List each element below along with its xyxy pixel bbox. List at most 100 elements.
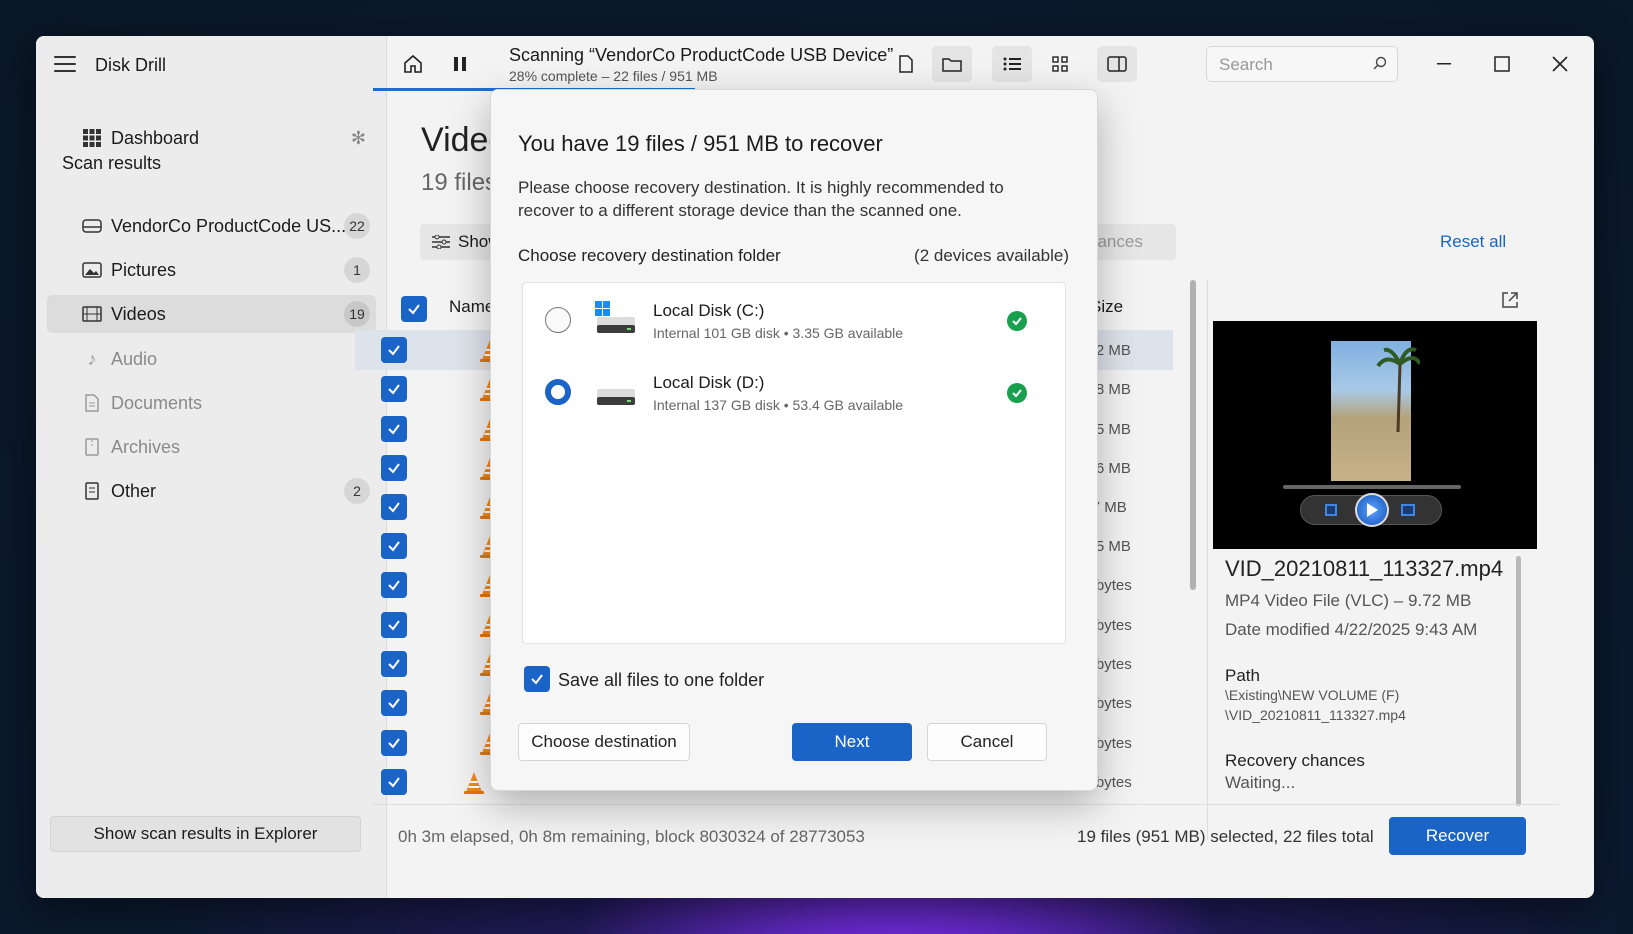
dialog-description: Please choose recovery destination. It i… [518,178,1004,220]
devices-available-text: (2 devices available) [914,246,1069,265]
list-scrollbar[interactable] [1190,280,1196,590]
drive-icon [597,389,635,405]
check-icon [388,659,400,670]
preview-chances-label: Recovery chances [1225,751,1365,770]
file-view-button[interactable] [886,46,926,82]
grid-view-button[interactable] [1040,46,1080,82]
scan-status-text: 0h 3m elapsed, 0h 8m remaining, block 80… [398,827,865,846]
image-icon [79,262,105,278]
row-checkbox[interactable] [381,494,407,520]
recover-button[interactable]: Recover [1389,817,1526,855]
play-button[interactable] [1355,493,1389,527]
drive-info: Internal 101 GB disk • 3.35 GB available [653,325,904,341]
count-badge: 1 [344,257,370,283]
row-checkbox[interactable] [381,572,407,598]
check-icon [408,304,420,315]
sidebar-item-device[interactable]: VendorCo ProductCode US... 22 [47,207,376,245]
home-icon [404,54,422,73]
drive-info: Internal 137 GB disk • 53.4 GB available [653,397,904,413]
row-checkbox[interactable] [381,730,407,756]
row-checkbox[interactable] [381,769,407,795]
stop-icon[interactable] [1325,504,1337,516]
drive-name: Local Disk (C:) [653,301,765,320]
drive-icon [79,219,105,233]
cancel-button[interactable]: Cancel [927,723,1047,761]
row-checkbox[interactable] [381,651,407,677]
preview-scrollbar[interactable] [1516,556,1521,806]
row-checkbox[interactable] [381,455,407,481]
radio-button[interactable] [545,307,571,333]
check-icon [388,580,400,591]
scan-results-header: Scan results [62,153,162,173]
row-checkbox[interactable] [381,416,407,442]
pause-icon [454,57,466,71]
close-button[interactable] [1540,48,1580,80]
file-icon [899,55,913,73]
preview-pane-button[interactable] [1097,46,1137,82]
other-icon [79,482,105,500]
sidebar-item-label: Archives [111,436,181,457]
maximize-icon [1494,56,1510,72]
check-icon [388,424,400,435]
archive-icon [79,438,105,456]
sidebar-item-archives[interactable]: Archives [47,428,376,466]
count-badge: 19 [344,301,370,327]
drive-option-d[interactable]: Local Disk (D:) Internal 137 GB disk • 5… [523,355,1067,429]
select-all-checkbox[interactable] [401,296,427,322]
check-icon [388,541,400,552]
save-one-folder-checkbox[interactable] [524,666,550,692]
radio-button-selected[interactable] [545,379,571,405]
maximize-button[interactable] [1482,48,1522,80]
fullscreen-icon[interactable] [1401,504,1415,516]
list-view-button[interactable] [992,46,1032,82]
count-badge: 22 [344,213,370,239]
row-checkbox[interactable] [381,533,407,559]
column-header-name[interactable]: Name [449,297,494,317]
sidebar-item-documents[interactable]: Documents [47,384,376,422]
sidebar-item-label: Audio [111,348,158,369]
row-checkbox[interactable] [381,376,407,402]
menu-icon[interactable] [54,56,76,74]
check-icon [388,620,400,631]
pause-button[interactable] [440,46,480,82]
drive-name: Local Disk (D:) [653,373,765,392]
sidebar-item-videos[interactable]: Videos 19 [47,295,376,333]
sidebar-item-label: Documents [111,392,203,413]
palm-tree-image [1376,347,1420,433]
drive-list: Local Disk (C:) Internal 101 GB disk • 3… [522,282,1066,644]
folder-view-button[interactable] [932,46,972,82]
windows-drive-icon [595,301,635,333]
reset-all-link[interactable]: Reset all [1440,232,1506,252]
sidebar-item-other[interactable]: Other 2 [47,472,376,510]
save-one-folder-label[interactable]: Save all files to one folder [558,670,764,691]
choose-destination-button[interactable]: Choose destination [518,723,690,761]
row-checkbox[interactable] [381,337,407,363]
minimize-button[interactable] [1424,48,1464,80]
check-icon [388,698,400,709]
check-circle-icon [1007,383,1027,403]
next-button[interactable]: Next [792,723,912,761]
minimize-icon [1437,63,1451,65]
preview-file-type: MP4 Video File (VLC) – 9.72 MB [1225,591,1472,610]
video-seek-bar[interactable] [1283,485,1461,489]
open-external-icon[interactable] [1500,290,1520,315]
grid-icon [79,129,105,147]
sidebar-item-audio[interactable]: ♪ Audio [47,340,376,378]
sidebar-item-dashboard[interactable]: Dashboard ✻ [47,119,376,157]
search-input[interactable]: Search [1206,46,1398,82]
music-icon: ♪ [87,348,97,369]
home-button[interactable] [393,46,433,82]
app-root: Disk Drill Dashboard ✻ Scan results Vend… [36,36,1594,898]
preview-chances-value: Waiting... [1225,773,1296,792]
panel-icon [1107,56,1127,72]
check-icon [388,345,400,356]
show-in-explorer-button[interactable]: Show scan results in Explorer [50,816,361,852]
search-icon [1373,55,1387,75]
row-checkbox[interactable] [381,690,407,716]
close-icon [1552,56,1568,72]
row-checkbox[interactable] [381,612,407,638]
drive-option-c[interactable]: Local Disk (C:) Internal 101 GB disk • 3… [523,283,1067,357]
dialog-title: You have 19 files / 951 MB to recover [518,131,883,156]
sidebar-item-pictures[interactable]: Pictures 1 [47,251,376,289]
app-title: Disk Drill [95,55,166,75]
